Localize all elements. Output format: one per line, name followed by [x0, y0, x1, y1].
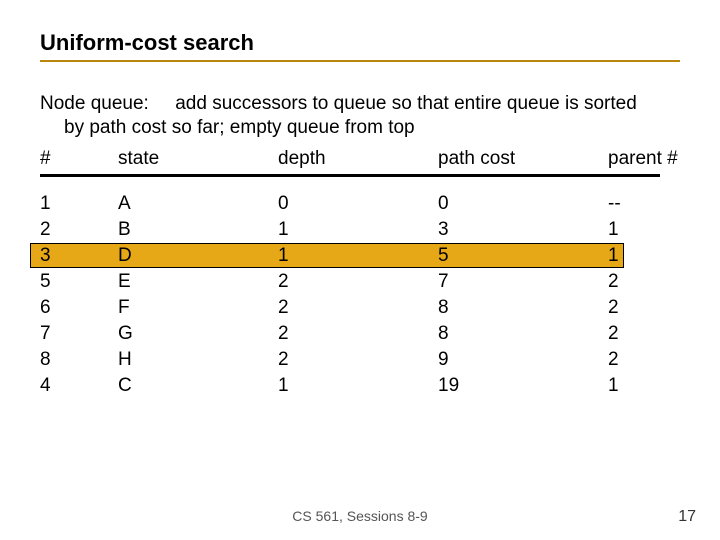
cell-depth: 1 [278, 217, 438, 243]
header-cost: path cost [438, 146, 608, 172]
page-number: 17 [678, 508, 696, 526]
slide: Uniform-cost search Node queue: add succ… [0, 0, 720, 540]
cell-cost: 5 [438, 243, 608, 269]
cell-parent: 1 [608, 373, 680, 399]
cell-parent: 2 [608, 321, 680, 347]
table-row: 5E272 [40, 269, 680, 295]
table-row: 8H292 [40, 347, 680, 373]
cell-parent: 1 [608, 243, 680, 269]
table-row: 7G282 [40, 321, 680, 347]
cell-state: F [100, 295, 278, 321]
cell-depth: 1 [278, 373, 438, 399]
queue-table: # state depth path cost parent # 1A00--2… [40, 146, 680, 400]
header-divider [40, 174, 660, 177]
cell-state: E [100, 269, 278, 295]
cell-state: A [100, 191, 278, 217]
cell-cost: 8 [438, 295, 608, 321]
cell-parent: 2 [608, 295, 680, 321]
cell-num: 5 [40, 269, 100, 295]
cell-depth: 2 [278, 347, 438, 373]
cell-parent: 2 [608, 347, 680, 373]
cell-cost: 0 [438, 191, 608, 217]
cell-cost: 7 [438, 269, 608, 295]
table-row: 1A00-- [40, 191, 680, 217]
description-block: Node queue: add successors to queue so t… [40, 92, 680, 140]
cell-cost: 9 [438, 347, 608, 373]
cell-num: 2 [40, 217, 100, 243]
header-state: state [100, 146, 278, 172]
cell-cost: 8 [438, 321, 608, 347]
cell-cost: 3 [438, 217, 608, 243]
table-row: 6F282 [40, 295, 680, 321]
table-header: # state depth path cost parent # [40, 146, 680, 172]
cell-num: 3 [40, 243, 100, 269]
header-num: # [40, 146, 100, 172]
cell-depth: 2 [278, 269, 438, 295]
header-depth: depth [278, 146, 438, 172]
title-underline [40, 60, 680, 62]
cell-state: B [100, 217, 278, 243]
desc-text2: by path cost so far; empty queue from to… [40, 117, 415, 138]
footer-text: CS 561, Sessions 8-9 [0, 508, 720, 524]
cell-parent: 1 [608, 217, 680, 243]
cell-num: 4 [40, 373, 100, 399]
desc-text1: add successors to queue so that entire q… [175, 93, 637, 114]
cell-num: 1 [40, 191, 100, 217]
table-row: 2B131 [40, 217, 680, 243]
cell-depth: 2 [278, 321, 438, 347]
cell-parent: 2 [608, 269, 680, 295]
table-row: 4C1191 [40, 373, 680, 399]
cell-state: H [100, 347, 278, 373]
table-row: 3D151 [40, 243, 680, 269]
page-title: Uniform-cost search [40, 30, 680, 60]
cell-depth: 2 [278, 295, 438, 321]
cell-num: 7 [40, 321, 100, 347]
cell-num: 6 [40, 295, 100, 321]
cell-state: C [100, 373, 278, 399]
cell-state: D [100, 243, 278, 269]
cell-cost: 19 [438, 373, 608, 399]
header-parent: parent # [608, 146, 680, 172]
cell-depth: 1 [278, 243, 438, 269]
table-body: 1A00--2B1313D1515E2726F2827G2828H2924C11… [40, 191, 680, 399]
cell-parent: -- [608, 191, 680, 217]
cell-state: G [100, 321, 278, 347]
cell-depth: 0 [278, 191, 438, 217]
cell-num: 8 [40, 347, 100, 373]
desc-label: Node queue: [40, 93, 149, 114]
